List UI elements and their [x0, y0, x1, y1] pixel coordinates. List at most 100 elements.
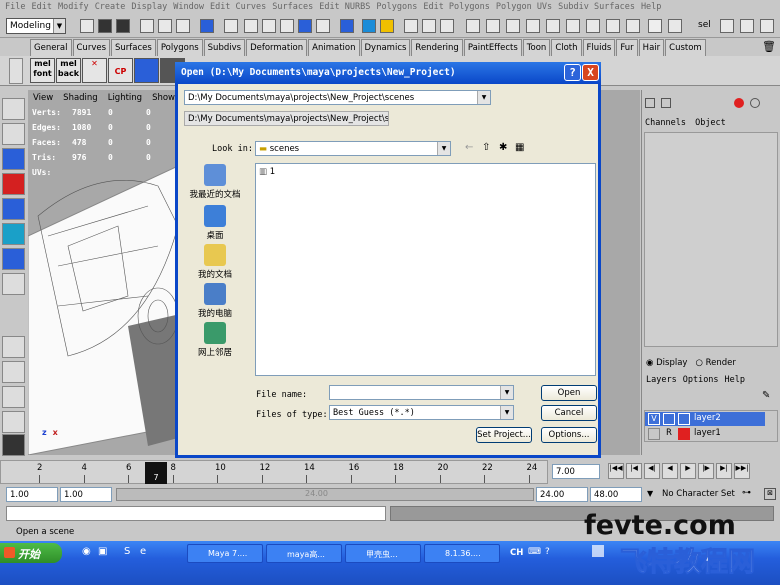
- mel-font-shelf-button[interactable]: mel font: [30, 58, 55, 83]
- snapshot-icon[interactable]: [466, 19, 480, 33]
- shelf-menu-icon[interactable]: [9, 58, 23, 84]
- dialog-titlebar[interactable]: Open (D:\My Documents\maya\projects\New_…: [175, 62, 601, 84]
- layer-name[interactable]: layer2: [694, 413, 721, 423]
- tab-cloth[interactable]: Cloth: [551, 39, 582, 56]
- cancel-button[interactable]: Cancel: [541, 405, 597, 421]
- step-forward-key-icon[interactable]: ▶|: [716, 463, 732, 479]
- menu-polygon-uvs[interactable]: Polygon UVs: [493, 0, 555, 14]
- options-button[interactable]: Options...: [541, 427, 597, 443]
- task-button[interactable]: maya高...: [266, 544, 342, 563]
- tab-polygons[interactable]: Polygons: [156, 39, 203, 56]
- current-time-field[interactable]: 7.00: [552, 464, 600, 479]
- layer-row[interactable]: V layer2: [645, 412, 765, 426]
- four-view-layout-icon[interactable]: [2, 361, 25, 383]
- viewport-menu-shading[interactable]: Shading: [58, 92, 103, 106]
- help-button[interactable]: ?: [564, 64, 581, 81]
- places-documents[interactable]: 我的文档: [184, 244, 246, 280]
- path-field[interactable]: D:\My Documents\maya\projects\New_Projec…: [184, 111, 389, 126]
- tab-subdivs[interactable]: Subdivs: [203, 39, 246, 56]
- open-scene-icon[interactable]: [98, 19, 112, 33]
- lasso-tool-icon[interactable]: [2, 123, 25, 145]
- task-button[interactable]: 8.1.36....: [424, 544, 500, 563]
- preferences-icon[interactable]: ⊠: [764, 488, 776, 500]
- help-line-icon[interactable]: [362, 19, 376, 33]
- select-tool-icon[interactable]: [2, 98, 25, 120]
- layer-editor-icon[interactable]: [760, 19, 774, 33]
- places-desktop[interactable]: 桌面: [184, 205, 246, 241]
- snap-plane-icon[interactable]: [298, 19, 312, 33]
- view-menu-icon[interactable]: ▦: [515, 142, 524, 153]
- language-indicator[interactable]: CH: [510, 548, 523, 558]
- tab-painteffects[interactable]: PaintEffects: [463, 39, 522, 56]
- object-picker-icon[interactable]: [606, 19, 620, 33]
- current-frame-marker[interactable]: 7: [145, 462, 167, 484]
- save-scene-icon[interactable]: [116, 19, 130, 33]
- scene-output-icon[interactable]: [586, 19, 600, 33]
- render-view-icon[interactable]: [404, 19, 418, 33]
- layer-type-toggle[interactable]: [663, 413, 675, 425]
- menu-help[interactable]: Help: [638, 0, 664, 14]
- single-view-layout-icon[interactable]: [2, 336, 25, 358]
- layer-color-icon[interactable]: [734, 98, 744, 108]
- menu-surfaces[interactable]: Surfaces: [269, 0, 316, 14]
- help-icon[interactable]: ?: [545, 547, 550, 557]
- tab-fur[interactable]: Fur: [616, 39, 638, 56]
- select-component-icon[interactable]: [176, 19, 190, 33]
- tab-rendering[interactable]: Rendering: [411, 39, 463, 56]
- task-button[interactable]: Maya 7....: [187, 544, 263, 563]
- file-type-dropdown[interactable]: Best Guess (*.*) ▼: [329, 405, 514, 420]
- brush-icon[interactable]: [506, 19, 520, 33]
- snap-curve-icon[interactable]: [262, 19, 276, 33]
- layer-type-toggle[interactable]: R: [663, 428, 675, 440]
- cp-shelf-button[interactable]: CP: [108, 58, 133, 83]
- time-ruler[interactable]: 2 4 6 8 10 12 14 16 18 20 22 24: [0, 460, 548, 484]
- menu-create[interactable]: Create: [92, 0, 129, 14]
- quick-launch-icon[interactable]: S: [124, 546, 130, 557]
- list-item[interactable]: ▥ 1: [259, 167, 275, 177]
- quick-launch-icon[interactable]: e: [140, 546, 146, 557]
- tab-hair[interactable]: Hair: [638, 39, 665, 56]
- range-bar[interactable]: 24.00: [116, 488, 534, 501]
- layer-name[interactable]: layer1: [694, 428, 721, 438]
- menu-polygons[interactable]: Polygons: [373, 0, 420, 14]
- menu-window[interactable]: Window: [170, 0, 207, 14]
- new-folder-icon[interactable]: ✱: [499, 142, 507, 153]
- layer-row[interactable]: R layer1: [645, 427, 765, 441]
- back-arrow-icon[interactable]: ←: [465, 142, 473, 153]
- snap-grid-icon[interactable]: [244, 19, 258, 33]
- object-label[interactable]: Object: [695, 118, 726, 128]
- layer-visibility-toggle[interactable]: V: [648, 413, 660, 425]
- menu-edit-nurbs[interactable]: Edit NURBS: [316, 0, 373, 14]
- keyboard-icon[interactable]: ⌨: [528, 547, 541, 557]
- step-back-key-icon[interactable]: |◀: [626, 463, 642, 479]
- trash-icon[interactable]: 🗑: [762, 40, 776, 53]
- hypergraph-icon[interactable]: [626, 19, 640, 33]
- ipr-render-icon[interactable]: [440, 19, 454, 33]
- layer-color-swatch[interactable]: [678, 428, 690, 440]
- playback-start-field[interactable]: 1.00: [60, 487, 112, 502]
- end-time-field[interactable]: 48.00: [590, 487, 642, 502]
- tab-curves[interactable]: Curves: [72, 39, 111, 56]
- menu-edit-polygons[interactable]: Edit Polygons: [420, 0, 493, 14]
- graph-layout-icon[interactable]: [2, 411, 25, 433]
- layout-icon[interactable]: [566, 19, 580, 33]
- manipulator-tool-icon[interactable]: [2, 248, 25, 270]
- lock-selection-icon[interactable]: [224, 19, 238, 33]
- move-icon[interactable]: [486, 19, 500, 33]
- display-radio[interactable]: ◉ Display: [646, 358, 687, 368]
- cube-shelf-icon[interactable]: [134, 58, 159, 83]
- channel-box-toggle-icon[interactable]: [645, 98, 655, 108]
- up-folder-icon[interactable]: ⇧: [482, 142, 490, 153]
- path-dropdown[interactable]: D:\My Documents\maya\projects\New_Projec…: [184, 90, 491, 105]
- tray-icon[interactable]: [592, 545, 604, 557]
- step-forward-icon[interactable]: |▶: [698, 463, 714, 479]
- tab-toon[interactable]: Toon: [522, 39, 551, 56]
- play-forward-icon[interactable]: ▶: [680, 463, 696, 479]
- attribute-toggle-icon[interactable]: [661, 98, 671, 108]
- channel-box-icon[interactable]: [720, 19, 734, 33]
- layers-menu-help[interactable]: Help: [725, 375, 745, 385]
- character-set-menu[interactable]: No Character Set: [662, 489, 735, 499]
- snap-surface-icon[interactable]: [316, 19, 330, 33]
- tab-fluids[interactable]: Fluids: [582, 39, 616, 56]
- quick-launch-icon[interactable]: ▣: [98, 546, 107, 557]
